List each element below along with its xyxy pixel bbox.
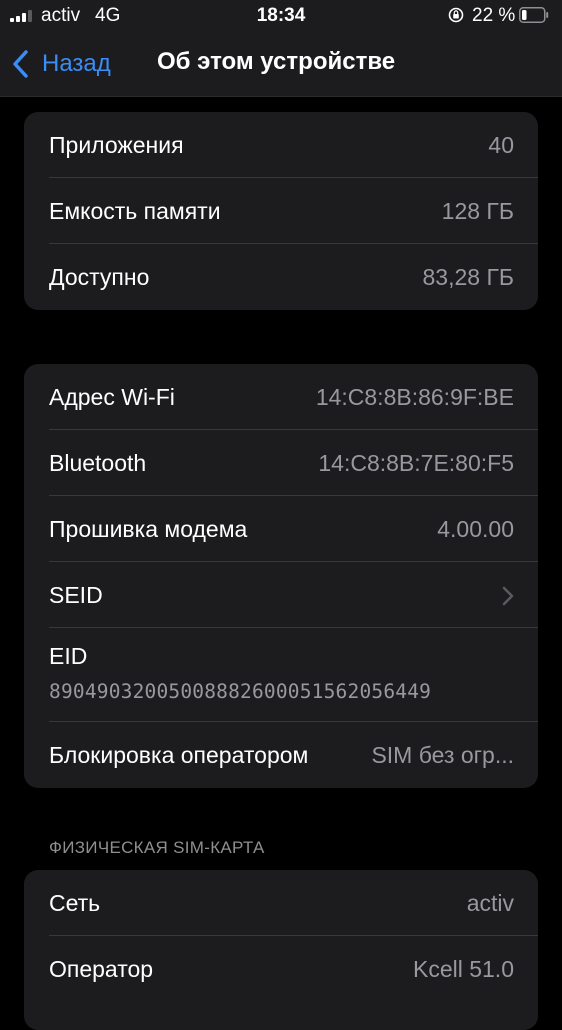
- eid-value: 89049032005008882600051562056449: [49, 680, 432, 703]
- row-value: 83,28 ГБ: [422, 264, 515, 290]
- row-label: SEID: [49, 582, 103, 608]
- row-value: 4.00.00: [437, 516, 514, 542]
- bluetooth-row: Bluetooth 14:C8:8B:7E:80:F5: [24, 430, 538, 496]
- row-value: SIM без огр...: [371, 742, 514, 768]
- row-value: 14:C8:8B:86:9F:BE: [315, 384, 514, 410]
- row-value: 128 ГБ: [441, 198, 514, 224]
- row-label: Адрес Wi-Fi: [49, 384, 175, 410]
- back-button[interactable]: Назад: [10, 46, 111, 82]
- row-value: 40: [488, 132, 514, 158]
- row-value: 14:C8:8B:7E:80:F5: [318, 450, 514, 476]
- identifiers-group: Адрес Wi-Fi 14:C8:8B:86:9F:BE Bluetooth …: [24, 364, 538, 788]
- row-label: Приложения: [49, 132, 184, 158]
- capacity-row: Емкость памяти 128 ГБ: [24, 178, 538, 244]
- seid-row[interactable]: SEID: [24, 562, 538, 628]
- operator-row: Оператор Kcell 51.0: [24, 936, 538, 1002]
- available-row: Доступно 83,28 ГБ: [24, 244, 538, 310]
- eid-row: EID 89049032005008882600051562056449: [24, 628, 538, 722]
- back-button-label: Назад: [42, 50, 111, 77]
- carrier-lock-row: Блокировка оператором SIM без огр...: [24, 722, 538, 788]
- row-label: Сеть: [49, 890, 101, 916]
- status-bar: activ 4G 18:34 22 %: [0, 0, 562, 34]
- battery-icon: [519, 7, 549, 23]
- network-row: Сеть activ: [24, 870, 538, 936]
- orientation-lock-icon: [448, 7, 464, 23]
- row-label: Прошивка модема: [49, 516, 248, 542]
- wifi-address-row: Адрес Wi-Fi 14:C8:8B:86:9F:BE: [24, 364, 538, 430]
- storage-group: Приложения 40 Емкость памяти 128 ГБ Дост…: [24, 112, 538, 310]
- chevron-right-icon: [502, 586, 514, 606]
- apps-row: Приложения 40: [24, 112, 538, 178]
- battery-percentage: 22 %: [472, 5, 516, 26]
- page-title: Об этом устройстве: [157, 48, 396, 75]
- row-value: Kcell 51.0: [412, 956, 514, 982]
- modem-firmware-row: Прошивка модема 4.00.00: [24, 496, 538, 562]
- physical-sim-group: Сеть activ Оператор Kcell 51.0: [24, 870, 538, 1030]
- row-label: Доступно: [49, 264, 150, 290]
- row-label: Bluetooth: [49, 450, 147, 476]
- navigation-bar: Назад Об этом устройстве: [0, 34, 562, 97]
- row-label: Емкость памяти: [49, 198, 221, 224]
- row-label: EID: [49, 643, 88, 669]
- row-label: Блокировка оператором: [49, 742, 309, 768]
- section-header: ФИЗИЧЕСКАЯ SIM-КАРТА: [49, 838, 265, 857]
- row-value: activ: [466, 890, 514, 916]
- chevron-left-icon: [13, 50, 28, 78]
- row-label: Оператор: [49, 956, 154, 982]
